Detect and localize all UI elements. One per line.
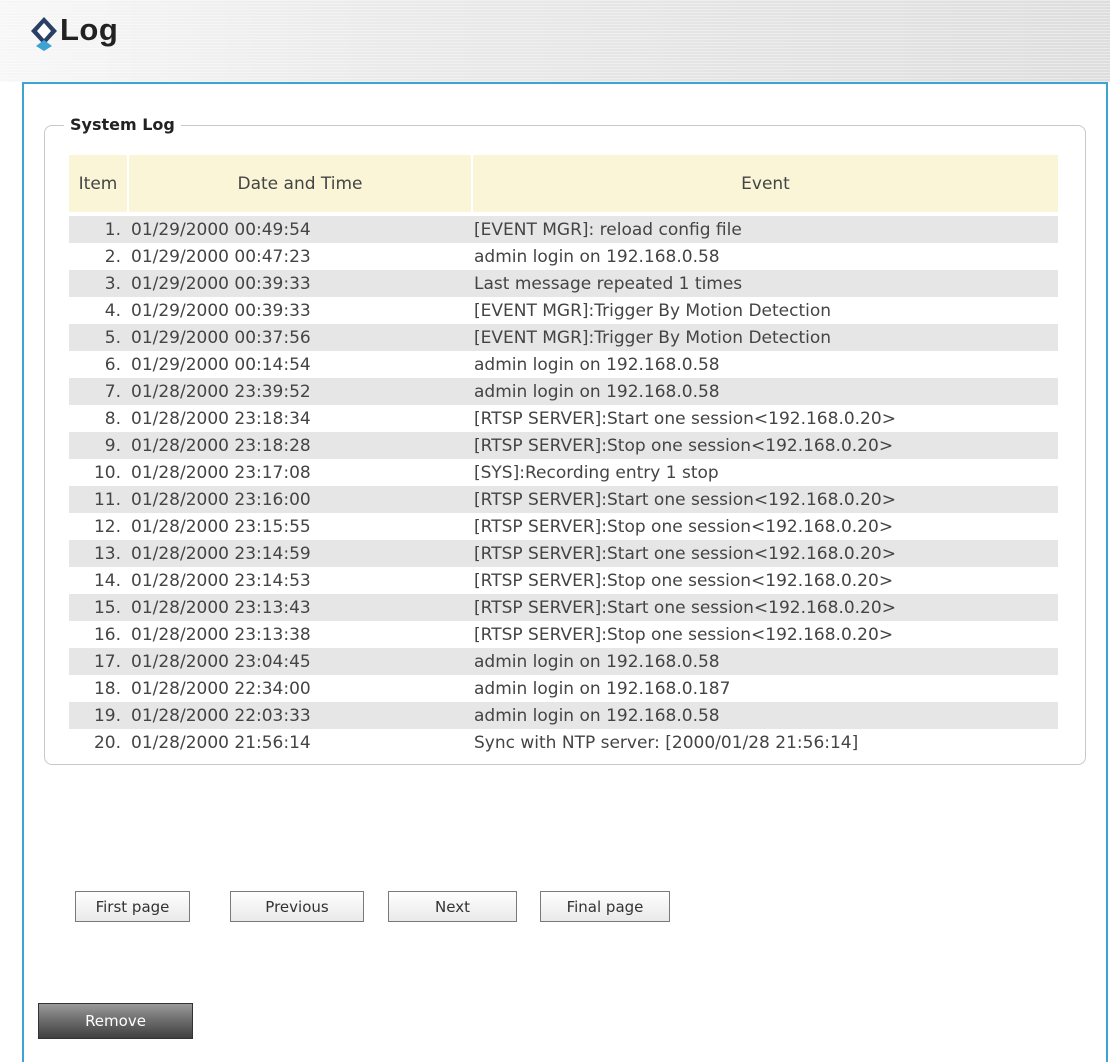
first-page-button[interactable]: First page (75, 891, 190, 922)
column-header-event: Event (471, 155, 1058, 212)
column-header-datetime: Date and Time (127, 155, 471, 212)
cell-datetime: 01/28/2000 23:14:59 (131, 543, 311, 564)
cell-event: [RTSP SERVER]:Start one session<192.168.… (474, 489, 896, 510)
cell-item: 5. (104, 327, 121, 348)
table-row: 8. 01/28/2000 23:18:34 [RTSP SERVER]:Start… (69, 405, 1058, 432)
table-row: 4. 01/29/2000 00:39:33 [EVENT MGR]:Trigger… (69, 297, 1058, 324)
previous-button[interactable]: Previous (230, 891, 364, 922)
cell-event: [RTSP SERVER]:Stop one session<192.168.0… (474, 570, 894, 591)
cell-event: [RTSP SERVER]:Stop one session<192.168.0… (474, 516, 894, 537)
table-body: 1. 01/29/2000 00:49:54 [EVENT MGR]: reload… (69, 216, 1058, 756)
cell-event: [RTSP SERVER]:Start one session<192.168.… (474, 543, 896, 564)
table-row: 5. 01/29/2000 00:37:56 [EVENT MGR]:Trigger… (69, 324, 1058, 351)
cell-event: admin login on 192.168.0.58 (474, 381, 720, 402)
cell-datetime: 01/28/2000 23:18:34 (131, 408, 311, 429)
cell-item: 8. (104, 408, 121, 429)
cell-event: admin login on 192.168.0.187 (474, 678, 731, 699)
cell-item: 4. (104, 300, 121, 321)
cell-item: 7. (104, 381, 121, 402)
cell-item: 13. (93, 543, 121, 564)
cell-event: [EVENT MGR]: reload config file (474, 219, 742, 240)
cell-item: 11. (93, 489, 121, 510)
cell-datetime: 01/28/2000 23:13:38 (131, 624, 311, 645)
cell-item: 10. (93, 462, 121, 483)
cell-event: admin login on 192.168.0.58 (474, 246, 720, 267)
cell-item: 20. (93, 732, 121, 753)
cell-item: 14. (93, 570, 121, 591)
cell-item: 16. (93, 624, 121, 645)
cell-event: Sync with NTP server: [2000/01/28 21:56:… (474, 732, 859, 753)
cell-item: 1. (104, 219, 121, 240)
final-page-button[interactable]: Final page (540, 891, 670, 922)
column-header-item: Item (78, 173, 118, 194)
cell-event: [RTSP SERVER]:Stop one session<192.168.0… (474, 624, 894, 645)
cell-event: [RTSP SERVER]:Stop one session<192.168.0… (474, 435, 894, 456)
remove-button[interactable]: Remove (38, 1003, 193, 1039)
cell-datetime: 01/29/2000 00:37:56 (131, 327, 311, 348)
cell-datetime: 01/29/2000 00:39:33 (131, 273, 311, 294)
table-row: 18. 01/28/2000 22:34:00 admin login on 192… (69, 675, 1058, 702)
next-button[interactable]: Next (388, 891, 517, 922)
cell-item: 12. (93, 516, 121, 537)
cell-event: Last message repeated 1 times (474, 273, 743, 294)
table-header: Item Date and Time Event (69, 155, 1058, 212)
cell-item: 9. (104, 435, 121, 456)
cell-datetime: 01/28/2000 22:03:33 (131, 705, 311, 726)
table-row: 12. 01/28/2000 23:15:55 [RTSP SERVER]:Stop… (69, 513, 1058, 540)
table-row: 9. 01/28/2000 23:18:28 [RTSP SERVER]:Stop … (69, 432, 1058, 459)
table-row: 16. 01/28/2000 23:13:38 [RTSP SERVER]:Stop… (69, 621, 1058, 648)
cell-datetime: 01/28/2000 23:13:43 (131, 597, 311, 618)
cell-event: [EVENT MGR]:Trigger By Motion Detection (474, 300, 832, 321)
cell-datetime: 01/28/2000 23:14:53 (131, 570, 311, 591)
cell-datetime: 01/28/2000 21:56:14 (131, 732, 311, 753)
system-log-legend: System Log (64, 115, 181, 134)
cell-item: 18. (93, 678, 121, 699)
table-row: 13. 01/28/2000 23:14:59 [RTSP SERVER]:Star… (69, 540, 1058, 567)
table-row: 6. 01/29/2000 00:14:54 admin login on 192.… (69, 351, 1058, 378)
cell-datetime: 01/28/2000 23:16:00 (131, 489, 311, 510)
cell-item: 19. (93, 705, 121, 726)
page-title: Log (60, 12, 119, 47)
cell-datetime: 01/29/2000 00:49:54 (131, 219, 311, 240)
table-row: 17. 01/28/2000 23:04:45 admin login on 192… (69, 648, 1058, 675)
cell-item: 17. (93, 651, 121, 672)
cell-item: 2. (104, 246, 121, 267)
cell-event: admin login on 192.168.0.58 (474, 651, 720, 672)
table-row: 11. 01/28/2000 23:16:00 [RTSP SERVER]:Star… (69, 486, 1058, 513)
cell-event: admin login on 192.168.0.58 (474, 705, 720, 726)
cell-datetime: 01/29/2000 00:14:54 (131, 354, 311, 375)
cell-datetime: 01/28/2000 23:18:28 (131, 435, 311, 456)
cell-item: 3. (104, 273, 121, 294)
log-table: Item Date and Time Event 1. 01/29/2000 00… (69, 155, 1058, 756)
table-row: 2. 01/29/2000 00:47:23 admin login on 192.… (69, 243, 1058, 270)
table-row: 15. 01/28/2000 23:13:43 [RTSP SERVER]:Star… (69, 594, 1058, 621)
header-bar: Log (0, 0, 1110, 82)
cell-event: [RTSP SERVER]:Start one session<192.168.… (474, 408, 896, 429)
cell-datetime: 01/28/2000 23:15:55 (131, 516, 311, 537)
table-row: 1. 01/29/2000 00:49:54 [EVENT MGR]: reload… (69, 216, 1058, 243)
cell-event: [SYS]:Recording entry 1 stop (474, 462, 719, 483)
cell-event: [EVENT MGR]:Trigger By Motion Detection (474, 327, 832, 348)
table-row: 7. 01/28/2000 23:39:52 admin login on 192.… (69, 378, 1058, 405)
cell-datetime: 01/29/2000 00:39:33 (131, 300, 311, 321)
cell-datetime: 01/29/2000 00:47:23 (131, 246, 311, 267)
cell-datetime: 01/28/2000 23:04:45 (131, 651, 311, 672)
table-row: 10. 01/28/2000 23:17:08 [SYS]:Recording en… (69, 459, 1058, 486)
cell-datetime: 01/28/2000 22:34:00 (131, 678, 311, 699)
table-row: 14. 01/28/2000 23:14:53 [RTSP SERVER]:Stop… (69, 567, 1058, 594)
table-row: 20. 01/28/2000 21:56:14 Sync with NTP serv… (69, 729, 1058, 756)
cell-datetime: 01/28/2000 23:39:52 (131, 381, 311, 402)
table-row: 3. 01/29/2000 00:39:33 Last message repeat… (69, 270, 1058, 297)
cell-event: admin login on 192.168.0.58 (474, 354, 720, 375)
cell-datetime: 01/28/2000 23:17:08 (131, 462, 311, 483)
diamond-logo-icon (31, 17, 57, 51)
table-row: 19. 01/28/2000 22:03:33 admin login on 192… (69, 702, 1058, 729)
cell-item: 6. (104, 354, 121, 375)
cell-event: [RTSP SERVER]:Start one session<192.168.… (474, 597, 896, 618)
cell-item: 15. (93, 597, 121, 618)
